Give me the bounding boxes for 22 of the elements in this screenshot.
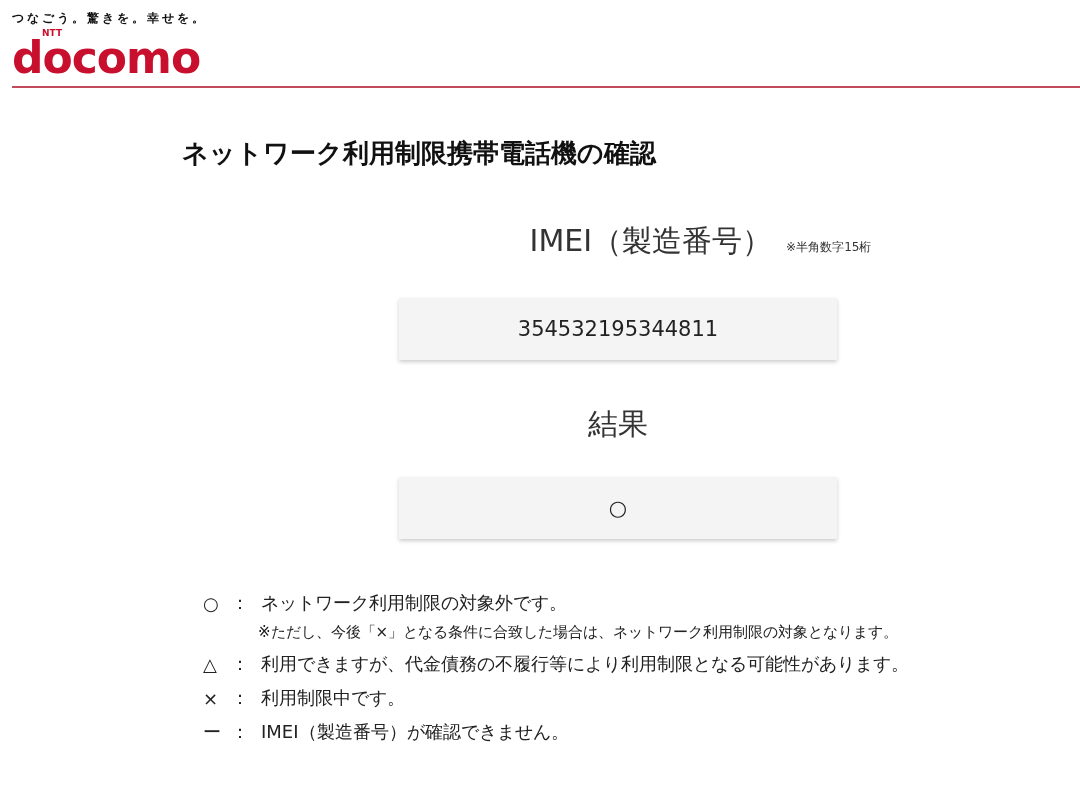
page-title: ネットワーク利用制限携帯電話機の確認 xyxy=(182,137,658,170)
result-label: 結果 xyxy=(588,405,648,443)
legend-colon: ： xyxy=(231,686,250,710)
legend-symbol: ー xyxy=(203,720,222,744)
imei-field: 354532195344811 xyxy=(399,298,837,360)
legend-text: 利用制限中です。 xyxy=(261,686,406,710)
legend-text: 利用できますが、代金債務の不履行等により利用制限となる可能性があります。 xyxy=(261,652,910,676)
legend-colon: ： xyxy=(231,591,250,615)
legend-symbol: × xyxy=(203,687,220,709)
legend-text: IMEI（製造番号）が確認できません。 xyxy=(261,720,570,744)
legend-colon: ： xyxy=(231,720,250,744)
legend-colon: ： xyxy=(231,652,250,676)
legend-note: ※ただし、今後「×」となる条件に合致した場合は、ネットワーク利用制限の対象となります。 xyxy=(258,623,900,642)
legend-symbol: △ xyxy=(203,653,218,675)
logo[interactable]: docomo xyxy=(12,38,201,78)
legend-text: ネットワーク利用制限の対象外です。 xyxy=(261,591,568,615)
legend-symbol: ○ xyxy=(203,592,220,614)
result-field: ○ xyxy=(399,477,837,539)
imei-label: IMEI（製造番号） xyxy=(529,222,773,260)
imei-hint: ※半角数字15桁 xyxy=(786,239,872,256)
tagline: つなごう。驚きを。幸せを。 xyxy=(12,10,208,27)
logo-subtext: NTT xyxy=(42,29,63,38)
